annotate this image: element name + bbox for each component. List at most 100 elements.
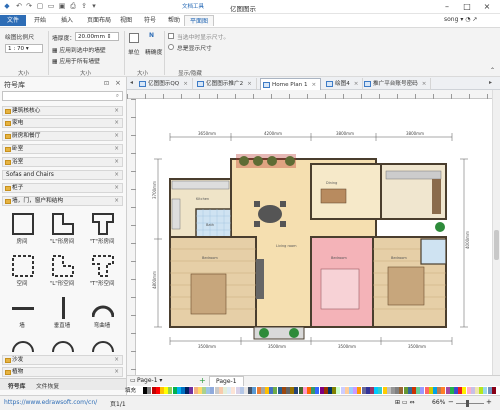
shape-partial[interactable] <box>3 338 41 354</box>
open-folder-icon[interactable]: ▭ <box>47 2 55 10</box>
precision-button[interactable]: 精确度 <box>145 47 162 56</box>
color-swatch[interactable] <box>491 387 496 394</box>
shape-room[interactable]: 房间 <box>3 212 41 246</box>
doc-tab[interactable]: 推广平台账号密码 × <box>362 78 432 90</box>
shape-l-room[interactable]: "L"形房间 <box>43 212 81 246</box>
ribbon-separator <box>124 31 125 75</box>
close-icon[interactable]: × <box>354 81 359 87</box>
redo-icon[interactable]: ↷ <box>25 2 33 10</box>
dimension-bottom-4: 3500mm <box>408 344 426 349</box>
tab-symbols[interactable]: 符号 <box>139 15 161 26</box>
tab-page-layout[interactable]: 页面布局 <box>82 15 116 26</box>
close-icon[interactable]: × <box>114 107 119 116</box>
tab-help[interactable]: 帮助 <box>163 15 185 26</box>
close-icon[interactable]: × <box>422 81 427 87</box>
wall-thickness-input[interactable]: 20.00mm ⇕ <box>75 32 119 41</box>
print-icon[interactable]: ⎙ <box>69 2 77 10</box>
shape-vertical-wall[interactable]: 垂直墙 <box>43 296 81 330</box>
library-item[interactable]: 墙，门，窗户和结构 × <box>2 196 123 206</box>
doc-tab[interactable]: 绘图4 × <box>324 78 364 90</box>
wall-thickness-value: 20.00mm <box>78 34 105 40</box>
close-icon[interactable]: × <box>114 197 119 206</box>
new-file-icon[interactable]: ▢ <box>36 2 44 10</box>
close-icon[interactable]: × <box>114 356 119 365</box>
library-item[interactable]: 建筑核核心 × <box>2 106 123 116</box>
shape-t-space[interactable]: "T"形空间 <box>83 254 121 288</box>
collapse-ribbon-icon[interactable]: ⌃ <box>490 67 495 74</box>
tab-home[interactable]: 开始 <box>29 15 51 26</box>
unit-button[interactable]: 单位 <box>128 47 140 56</box>
close-icon[interactable]: × <box>114 184 119 193</box>
tab-floor-plan[interactable]: 平面图 <box>184 15 215 26</box>
close-icon[interactable]: × <box>114 171 119 180</box>
scale-select[interactable]: 1 : 70 ▾ <box>5 44 43 53</box>
library-item[interactable]: 厨房和餐厅 × <box>2 131 123 141</box>
vertical-scrollbar[interactable] <box>492 90 500 375</box>
cabinet <box>432 179 441 214</box>
room-label-bedroom-right: Bedroom <box>391 256 407 260</box>
shape-partial[interactable] <box>83 338 121 354</box>
shape-wall[interactable]: 墙 <box>3 296 41 330</box>
tab-view[interactable]: 视图 <box>115 15 137 26</box>
shape-space[interactable]: 空间 <box>3 254 41 288</box>
library-item[interactable]: 植物 × <box>2 367 123 377</box>
close-icon[interactable]: × <box>114 145 119 154</box>
scrollbar-thumb[interactable] <box>494 230 499 260</box>
apply-selected-walls[interactable]: ▦ 应用到选中的墙壁 <box>52 45 106 54</box>
maximize-icon[interactable]: □ <box>460 1 474 12</box>
close-icon[interactable]: × <box>114 132 119 141</box>
doc-tab[interactable]: 亿图图示推广2 × <box>195 78 257 90</box>
close-icon[interactable]: × <box>480 1 494 12</box>
room-label-bedroom-left: Bedroom <box>202 256 218 260</box>
tab-scroll-right-icon[interactable]: ▸ <box>489 79 492 86</box>
close-icon[interactable]: × <box>183 81 188 87</box>
zoom-slider[interactable] <box>456 403 484 404</box>
panel-pin-icon[interactable]: ⊡ <box>104 80 109 87</box>
user-account[interactable]: song ▾ ◔ ↗ <box>444 16 477 23</box>
tab-file-recovery[interactable]: 文件恢复 <box>36 381 59 390</box>
library-item[interactable]: Sofas and Chairs × <box>2 170 123 180</box>
library-item[interactable]: 浴室 × <box>2 157 123 167</box>
page-select[interactable]: Page-1 ▾ <box>137 377 162 384</box>
library-label: Sofas and Chairs <box>6 172 54 178</box>
tab-file[interactable]: 文件 <box>0 15 26 26</box>
always-show-dim-radio[interactable] <box>168 44 174 50</box>
close-icon[interactable]: × <box>114 158 119 167</box>
shape-partial[interactable] <box>43 338 81 354</box>
library-item[interactable]: 沙发 × <box>2 355 123 365</box>
website-link[interactable]: https://www.edrawsoft.com/cn/ <box>4 399 97 406</box>
zoom-out-icon[interactable]: − <box>448 398 454 406</box>
minimize-icon[interactable]: – <box>440 1 454 12</box>
close-icon[interactable]: × <box>312 82 317 88</box>
zoom-slider-thumb[interactable] <box>466 400 469 407</box>
doc-tab-active[interactable]: Home Plan 1 × <box>260 78 322 90</box>
undo-icon[interactable]: ↶ <box>15 2 23 10</box>
close-icon[interactable]: × <box>114 119 119 128</box>
tab-scroll-left-icon[interactable]: ◂ <box>130 79 133 86</box>
symbol-search-input[interactable]: ⌕ <box>2 91 123 101</box>
show-current-dim-checkbox[interactable] <box>168 33 174 39</box>
drawing-canvas[interactable]: 3650mm 4200mm 3800mm 3800mm 3500mm 3500m… <box>136 99 492 375</box>
panel-close-icon[interactable]: × <box>115 79 121 87</box>
apply-all-walls[interactable]: ▦ 应用于所有墙壁 <box>52 56 100 65</box>
close-icon[interactable]: × <box>114 368 119 377</box>
tab-symbol-library[interactable]: 符号库 <box>8 381 25 390</box>
tab-insert[interactable]: 插入 <box>56 15 78 26</box>
quick-access-dropdown-icon[interactable]: ▾ <box>90 2 98 10</box>
color-palette[interactable]: 填充 <box>125 386 500 395</box>
library-label: 沙发 <box>12 357 24 363</box>
close-icon[interactable]: × <box>247 81 252 87</box>
shape-t-room[interactable]: "T"形房间 <box>83 212 121 246</box>
shape-l-space[interactable]: "L"形空间 <box>43 254 81 288</box>
shape-curved-wall[interactable]: 弯曲墙 <box>83 296 121 330</box>
export-icon[interactable]: ⇪ <box>80 2 88 10</box>
save-icon[interactable]: ▣ <box>58 2 66 10</box>
doc-tab[interactable]: 亿图图示QQ × <box>137 78 193 90</box>
page-nav-icon[interactable]: ▭ <box>130 377 136 384</box>
library-item[interactable]: 家电 × <box>2 118 123 128</box>
add-page-button[interactable]: + <box>199 376 206 385</box>
zoom-in-icon[interactable]: + <box>486 398 492 406</box>
view-mode-icons[interactable]: ⊞ ▭ ⇔ <box>395 399 415 406</box>
library-item[interactable]: 柜子 × <box>2 183 123 193</box>
library-item[interactable]: 卧室 × <box>2 144 123 154</box>
